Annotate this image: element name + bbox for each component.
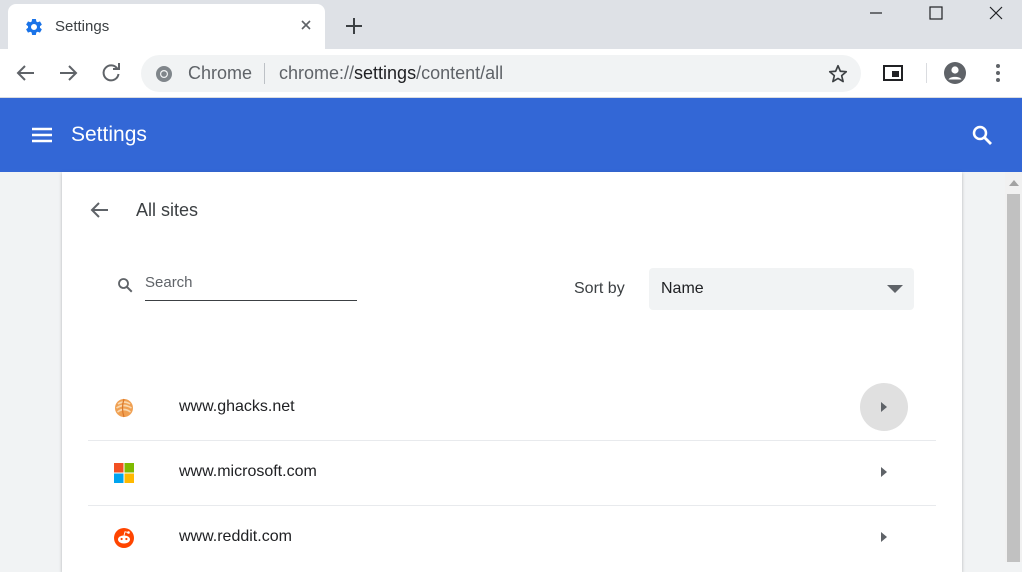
reload-icon[interactable]: [99, 61, 123, 85]
arrow-right-icon: [881, 467, 887, 477]
site-row-ghacks[interactable]: www.ghacks.net: [88, 376, 936, 440]
sort-value: Name: [661, 280, 704, 297]
ghacks-favicon-icon: [115, 398, 133, 418]
site-row-microsoft[interactable]: www.microsoft.com: [88, 440, 936, 505]
all-sites-card: All sites Sort by Name www.ghacks.net: [62, 172, 962, 572]
gear-icon: [26, 18, 42, 35]
reddit-favicon-icon: [114, 528, 134, 548]
sort-by-label: Sort by: [574, 280, 625, 297]
minimize-icon[interactable]: [846, 0, 906, 30]
expand-site-button[interactable]: [860, 448, 908, 496]
expand-site-button[interactable]: [860, 383, 908, 431]
more-menu-icon[interactable]: [986, 61, 1010, 85]
scroll-up-arrow-icon[interactable]: [1009, 180, 1019, 186]
site-name: www.reddit.com: [179, 528, 292, 545]
page-title: All sites: [136, 200, 199, 220]
back-icon[interactable]: [14, 61, 38, 85]
settings-title: Settings: [71, 123, 147, 146]
profile-avatar-icon[interactable]: [943, 61, 967, 85]
forward-icon[interactable]: [56, 61, 80, 85]
maximize-icon[interactable]: [906, 0, 966, 30]
close-window-icon[interactable]: [966, 0, 1022, 30]
browser-toolbar: Chrome chrome://settings/content/all: [0, 49, 1022, 98]
sort-dropdown[interactable]: Name: [649, 268, 914, 310]
url-scheme: chrome://: [279, 63, 355, 83]
site-name: www.ghacks.net: [179, 398, 295, 415]
tab-title: Settings: [55, 18, 110, 35]
omnibox-divider: [264, 63, 265, 84]
scrollbar[interactable]: [1005, 172, 1022, 562]
url-host: settings: [354, 63, 417, 83]
bookmark-star-icon[interactable]: [827, 63, 849, 85]
arrow-right-icon: [881, 402, 887, 412]
new-tab-icon[interactable]: [342, 14, 366, 38]
site-name: www.microsoft.com: [179, 463, 317, 480]
chrome-logo-icon: [156, 66, 172, 82]
address-bar[interactable]: Chrome chrome://settings/content/all: [141, 55, 861, 92]
picture-in-picture-icon[interactable]: [881, 61, 905, 85]
back-arrow-icon[interactable]: [88, 198, 112, 222]
tab-strip: Settings: [0, 0, 1022, 49]
omnibox-url[interactable]: chrome://settings/content/all: [279, 63, 503, 84]
arrow-right-icon: [881, 532, 887, 542]
omnibox-site-label: Chrome: [188, 63, 253, 83]
search-input[interactable]: [145, 271, 345, 294]
settings-header: Settings: [0, 98, 1022, 172]
tab-settings[interactable]: Settings: [8, 4, 325, 49]
site-row-reddit[interactable]: www.reddit.com: [88, 505, 936, 570]
toolbar-divider: [926, 63, 927, 83]
search-settings-icon[interactable]: [970, 123, 994, 147]
scrollbar-thumb[interactable]: [1007, 194, 1020, 562]
hamburger-menu-icon[interactable]: [30, 123, 54, 147]
search-icon: [118, 278, 133, 293]
expand-site-button[interactable]: [860, 513, 908, 561]
caret-down-icon: [887, 285, 903, 293]
search-field: [145, 271, 357, 301]
close-tab-icon[interactable]: [296, 15, 316, 35]
microsoft-favicon-icon: [114, 463, 134, 483]
url-path: /content/all: [416, 63, 504, 83]
